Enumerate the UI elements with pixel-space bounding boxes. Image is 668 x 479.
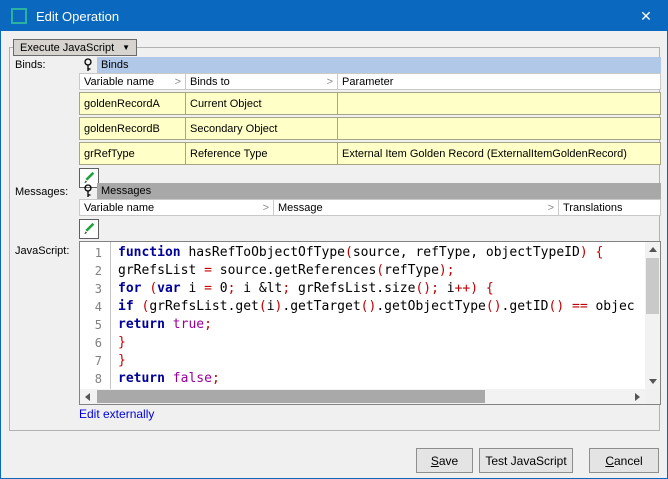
javascript-label: JavaScript: [15, 245, 69, 257]
table-row[interactable]: goldenRecordBSecondary Object [79, 117, 661, 140]
column-header-label: Translations [563, 202, 623, 214]
code-area[interactable]: 1function hasRefToObjectOfType(source, r… [80, 242, 645, 389]
code-line: 7} [80, 352, 645, 370]
edit-operation-dialog: Edit Operation ✕ Execute JavaScript ▼ Bi… [0, 0, 668, 479]
code-line: 4if (grRefsList.get(i).getTarget().getOb… [80, 298, 645, 316]
line-number: 4 [80, 298, 109, 316]
editor-vscrollbar[interactable] [645, 242, 660, 389]
dropdown-arrow-icon: ▼ [122, 44, 130, 52]
column-header-label: Message [278, 202, 323, 214]
table-cell: goldenRecordB [79, 117, 186, 140]
code-line: 2grRefsList = source.getReferences(refTy… [80, 262, 645, 280]
code-line: 8return false; [80, 370, 645, 388]
messages-column-header: Variable name > Message > Translations [79, 199, 661, 216]
scroll-down-button[interactable] [645, 374, 660, 389]
scrollbar-corner [645, 389, 660, 404]
column-header-cell[interactable]: Variable name > [79, 73, 186, 90]
messages-sheet-header: Messages [79, 183, 661, 199]
app-icon [11, 8, 27, 24]
table-cell: grRefType [79, 142, 186, 165]
hscroll-thumb[interactable] [97, 390, 485, 403]
column-header-cell[interactable]: Variable name > [79, 199, 274, 216]
code-line: 3for (var i = 0; i &lt; grRefsList.size(… [80, 280, 645, 298]
close-icon: ✕ [640, 8, 652, 25]
line-number: 1 [80, 244, 109, 262]
table-cell: goldenRecordA [79, 92, 186, 115]
line-number: 3 [80, 280, 109, 298]
vscroll-thumb[interactable] [646, 258, 659, 314]
line-number: 5 [80, 316, 109, 334]
operation-type-value: Execute JavaScript [20, 42, 114, 54]
column-header-cell[interactable]: Translations [559, 199, 661, 216]
messages-sheet-title: Messages [97, 183, 661, 199]
binds-column-header: Variable name > Binds to > Parameter [79, 73, 661, 90]
table-cell [338, 92, 661, 115]
close-button[interactable]: ✕ [635, 5, 657, 27]
column-header-cell[interactable]: Message > [274, 199, 559, 216]
column-header-cell[interactable]: Parameter [338, 73, 661, 90]
code-line: 1function hasRefToObjectOfType(source, r… [80, 244, 645, 262]
binds-label: Binds: [15, 59, 46, 71]
table-cell: Current Object [186, 92, 338, 115]
scroll-right-button[interactable] [630, 389, 645, 404]
operation-type-dropdown[interactable]: Execute JavaScript ▼ [13, 39, 137, 56]
messages-table: Messages Variable name > Message > Translati… [79, 183, 661, 239]
table-cell: External Item Golden Record (ExternalIte… [338, 142, 661, 165]
code-line: 5return true; [80, 316, 645, 334]
line-number: 8 [80, 370, 109, 388]
table-cell [338, 117, 661, 140]
window-title: Edit Operation [36, 9, 635, 24]
binds-sheet-title: Binds [97, 57, 661, 73]
code-line: 6} [80, 334, 645, 352]
pin-icon [79, 57, 97, 73]
table-cell: Secondary Object [186, 117, 338, 140]
title-bar: Edit Operation ✕ [1, 1, 667, 31]
edit-messages-button[interactable] [79, 219, 99, 239]
column-header-label: Binds to [190, 76, 230, 88]
messages-label: Messages: [15, 186, 68, 198]
column-header-cell[interactable]: Binds to > [186, 73, 338, 90]
column-header-label: Variable name [84, 202, 154, 214]
sort-indicator-icon: > [263, 202, 269, 214]
save-button[interactable]: Save [416, 448, 473, 473]
edit-externally-link[interactable]: Edit externally [79, 407, 154, 421]
edit-pencil-icon [82, 222, 96, 236]
sort-indicator-icon: > [548, 202, 554, 214]
column-header-label: Parameter [342, 76, 393, 88]
table-row[interactable]: grRefTypeReference TypeExternal Item Gol… [79, 142, 661, 165]
table-row[interactable]: goldenRecordACurrent Object [79, 92, 661, 115]
line-number: 2 [80, 262, 109, 280]
binds-table: Binds Variable name > Binds to > Parameter g… [79, 57, 661, 188]
javascript-editor[interactable]: 1function hasRefToObjectOfType(source, r… [79, 241, 661, 405]
table-cell: Reference Type [186, 142, 338, 165]
binds-sheet-header: Binds [79, 57, 661, 73]
cancel-button[interactable]: Cancel [589, 448, 659, 473]
line-number: 7 [80, 352, 109, 370]
sort-indicator-icon: > [327, 76, 333, 88]
test-javascript-button[interactable]: Test JavaScript [479, 448, 573, 473]
binds-rows: goldenRecordACurrent ObjectgoldenRecordB… [79, 92, 661, 165]
scroll-up-button[interactable] [645, 242, 660, 257]
line-number: 6 [80, 334, 109, 352]
gutter-divider [110, 242, 111, 389]
column-header-label: Variable name [84, 76, 154, 88]
editor-hscrollbar[interactable] [80, 389, 645, 404]
scroll-left-button[interactable] [80, 389, 95, 404]
pin-icon [79, 183, 97, 199]
sort-indicator-icon: > [175, 76, 181, 88]
